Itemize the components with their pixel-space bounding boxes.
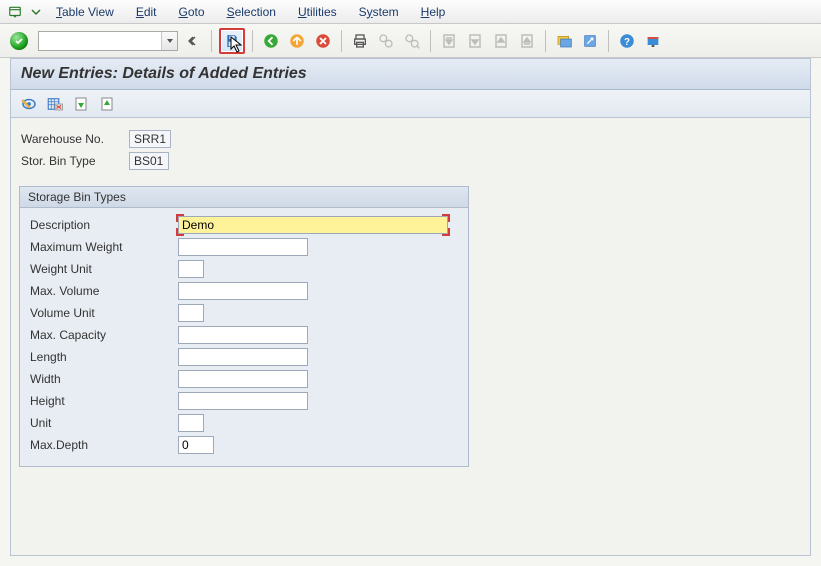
length-label: Length [28, 350, 178, 364]
height-label: Height [28, 394, 178, 408]
description-label: Description [28, 218, 178, 232]
menu-bar: Table View Edit Goto Selection Utilities… [0, 0, 821, 24]
cursor-icon [230, 36, 244, 54]
toolbar-separator [341, 30, 342, 52]
next-page-button [490, 30, 512, 52]
exit-button[interactable] [286, 30, 308, 52]
length-input[interactable] [178, 348, 308, 366]
volume-unit-label: Volume Unit [28, 306, 178, 320]
toolbar-separator [211, 30, 212, 52]
focus-corner-icon [176, 228, 184, 236]
delete-entry-button[interactable] [45, 94, 65, 114]
enter-icon[interactable] [10, 32, 28, 50]
new-session-button[interactable] [553, 30, 575, 52]
prev-page-button [464, 30, 486, 52]
warehouse-no-label: Warehouse No. [19, 132, 129, 146]
volume-unit-input[interactable] [178, 304, 204, 322]
find-next-button [401, 30, 423, 52]
page-title: New Entries: Details of Added Entries [11, 59, 810, 90]
svg-text:?: ? [624, 36, 630, 47]
weight-unit-label: Weight Unit [28, 262, 178, 276]
warehouse-no-value: SRR1 [129, 130, 171, 148]
max-volume-input[interactable] [178, 282, 308, 300]
system-menu-icon[interactable] [6, 3, 24, 21]
layout-button[interactable] [642, 30, 664, 52]
cancel-button[interactable] [312, 30, 334, 52]
menu-utilities[interactable]: Utilities [288, 2, 347, 22]
back-button[interactable] [260, 30, 282, 52]
max-depth-label: Max.Depth [28, 438, 178, 452]
width-input[interactable] [178, 370, 308, 388]
unit-input[interactable] [178, 414, 204, 432]
bin-type-label: Stor. Bin Type [19, 154, 129, 168]
focus-corner-icon [176, 214, 184, 222]
max-depth-input[interactable] [178, 436, 214, 454]
weight-unit-input[interactable] [178, 260, 204, 278]
help-button[interactable]: ? [616, 30, 638, 52]
save-button[interactable] [219, 28, 245, 54]
application-toolbar [11, 90, 810, 118]
print-button[interactable] [349, 30, 371, 52]
max-weight-input[interactable] [178, 238, 308, 256]
content-area: New Entries: Details of Added Entries Wa… [10, 58, 811, 556]
prev-entry-button[interactable] [71, 94, 91, 114]
next-entry-button[interactable] [97, 94, 117, 114]
command-dropdown-icon[interactable] [161, 32, 177, 50]
storage-bin-types-panel: Storage Bin Types Description Maximum We… [19, 186, 469, 467]
menu-edit[interactable]: Edit [126, 2, 167, 22]
description-input[interactable] [178, 216, 448, 234]
bin-type-value: BS01 [129, 152, 169, 170]
shortcut-button[interactable] [579, 30, 601, 52]
max-capacity-label: Max. Capacity [28, 328, 178, 342]
menu-table-view[interactable]: Table View [46, 2, 124, 22]
first-page-button [438, 30, 460, 52]
max-capacity-input[interactable] [178, 326, 308, 344]
toolbar-separator [430, 30, 431, 52]
height-input[interactable] [178, 392, 308, 410]
menu-selection[interactable]: Selection [217, 2, 286, 22]
last-page-button [516, 30, 538, 52]
max-weight-label: Maximum Weight [28, 240, 178, 254]
menu-dropdown-icon[interactable] [28, 4, 44, 20]
focus-corner-icon [442, 228, 450, 236]
toolbar-separator [545, 30, 546, 52]
panel-title: Storage Bin Types [20, 187, 468, 208]
change-mode-button[interactable] [19, 94, 39, 114]
command-input[interactable] [39, 32, 161, 50]
menu-system[interactable]: System [349, 2, 409, 22]
header-fields: Warehouse No. SRR1 Stor. Bin Type BS01 [11, 118, 810, 178]
menu-help[interactable]: Help [411, 2, 456, 22]
toolbar-separator [608, 30, 609, 52]
menu-goto[interactable]: Goto [169, 2, 215, 22]
toolbar-separator [252, 30, 253, 52]
max-volume-label: Max. Volume [28, 284, 178, 298]
standard-toolbar: ? [0, 24, 821, 58]
focus-corner-icon [442, 214, 450, 222]
find-button [375, 30, 397, 52]
collapse-icon[interactable] [182, 30, 204, 52]
width-label: Width [28, 372, 178, 386]
unit-label: Unit [28, 416, 178, 430]
command-field[interactable] [38, 31, 178, 51]
